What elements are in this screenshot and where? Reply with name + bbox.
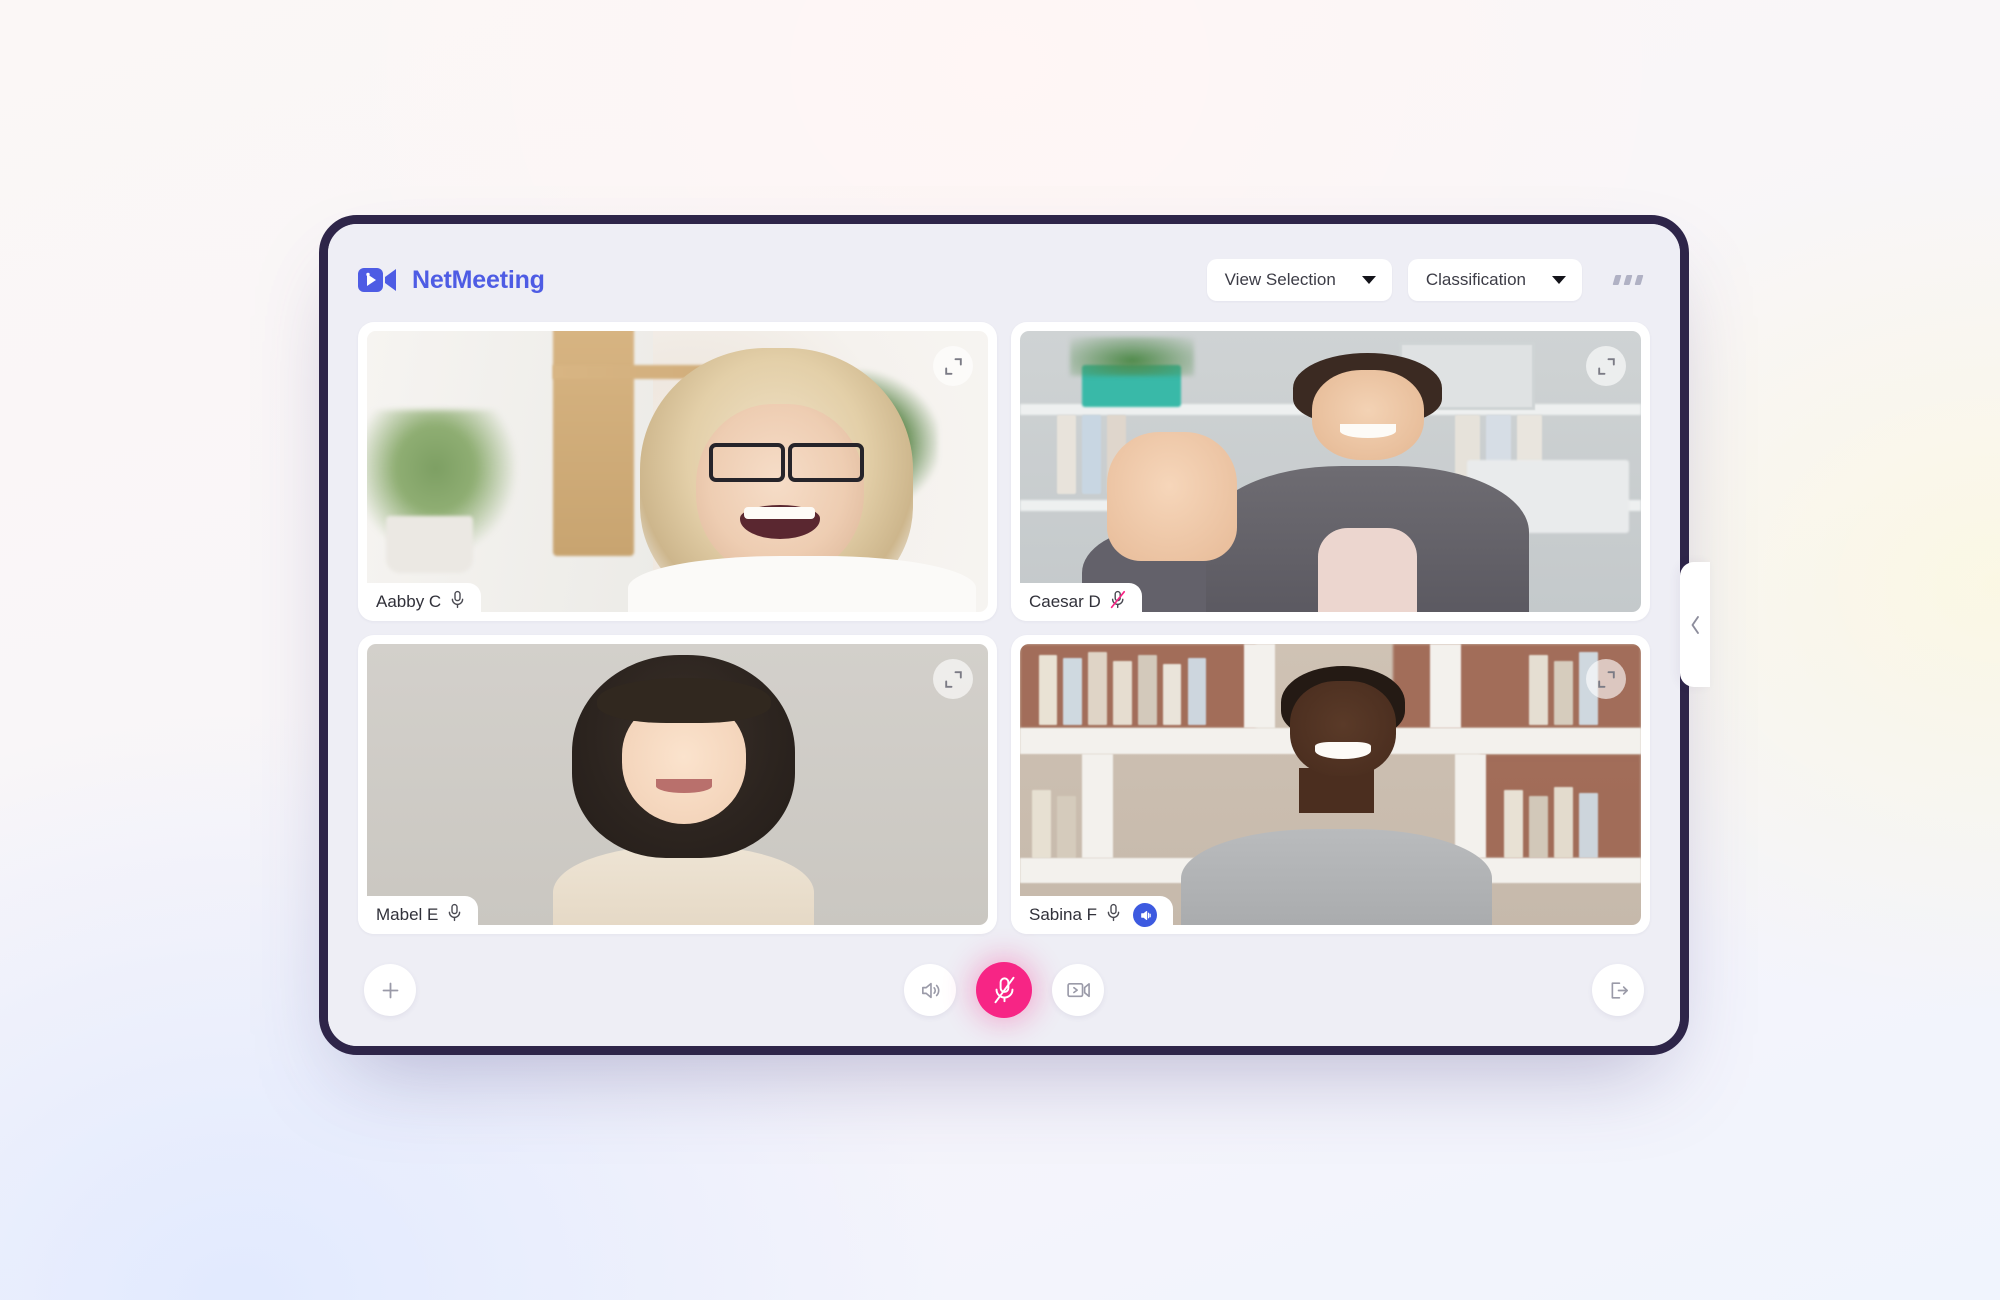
video-image [367,331,988,612]
side-panel-toggle[interactable] [1680,562,1710,687]
view-selection-dropdown[interactable]: View Selection [1206,259,1392,301]
video-feed [1020,331,1641,612]
video-camera-icon [358,265,398,295]
share-video-button[interactable] [1052,964,1104,1016]
app-screen: NetMeeting View Selection Classification [328,224,1680,1046]
video-image [1020,331,1641,612]
classification-dropdown[interactable]: Classification [1407,259,1582,301]
primary-controls [904,962,1104,1018]
participant-tile[interactable]: Sabina F [1011,635,1650,934]
microphone-toggle-button[interactable] [976,962,1032,1018]
participant-name: Caesar D [1029,592,1101,611]
participant-name: Aabby C [376,592,442,611]
chevron-down-icon [1552,276,1566,284]
participant-tile[interactable]: Caesar D [1011,322,1650,621]
participant-tile[interactable]: Aabby C [358,322,997,621]
header-controls: View Selection Classification [1206,259,1650,301]
speaker-button[interactable] [904,964,956,1016]
video-image [367,644,988,925]
microphone-icon[interactable] [447,903,462,927]
participant-name: Mabel E [376,905,439,924]
video-feed [367,331,988,612]
video-feed [367,644,988,925]
participant-name-chip: Sabina F [1011,896,1174,934]
view-selection-label: View Selection [1224,270,1336,289]
classification-label: Classification [1425,270,1526,289]
video-image [1020,644,1641,925]
participant-name-chip: Caesar D [1011,583,1142,621]
participant-name-chip: Mabel E [358,896,479,934]
expand-icon[interactable] [1586,346,1626,386]
microphone-icon[interactable] [450,590,465,614]
add-participant-button[interactable] [364,964,416,1016]
microphone-icon[interactable] [1106,903,1121,927]
leave-meeting-button[interactable] [1592,964,1644,1016]
expand-icon[interactable] [1586,659,1626,699]
expand-icon[interactable] [933,659,973,699]
app-header: NetMeeting View Selection Classification [358,250,1650,310]
speaker-icon[interactable] [1133,903,1158,927]
meeting-toolbar [358,934,1650,1046]
participant-grid: Aabby C Caesar D Mabel E Sabina F [358,310,1650,934]
app-title: NetMeeting [412,265,545,294]
chevron-down-icon [1361,276,1376,284]
participant-tile[interactable]: Mabel E [358,635,997,934]
device-frame: NetMeeting View Selection Classification [319,215,1689,1055]
microphone-muted-icon[interactable] [1110,590,1126,614]
participant-name: Sabina F [1029,905,1098,924]
brand: NetMeeting [358,265,545,295]
video-feed [1020,644,1641,925]
expand-icon[interactable] [933,346,973,386]
more-options-icon[interactable] [1606,269,1650,291]
participant-name-chip: Aabby C [358,583,482,621]
tablet-bezel: NetMeeting View Selection Classification [319,215,1689,1055]
